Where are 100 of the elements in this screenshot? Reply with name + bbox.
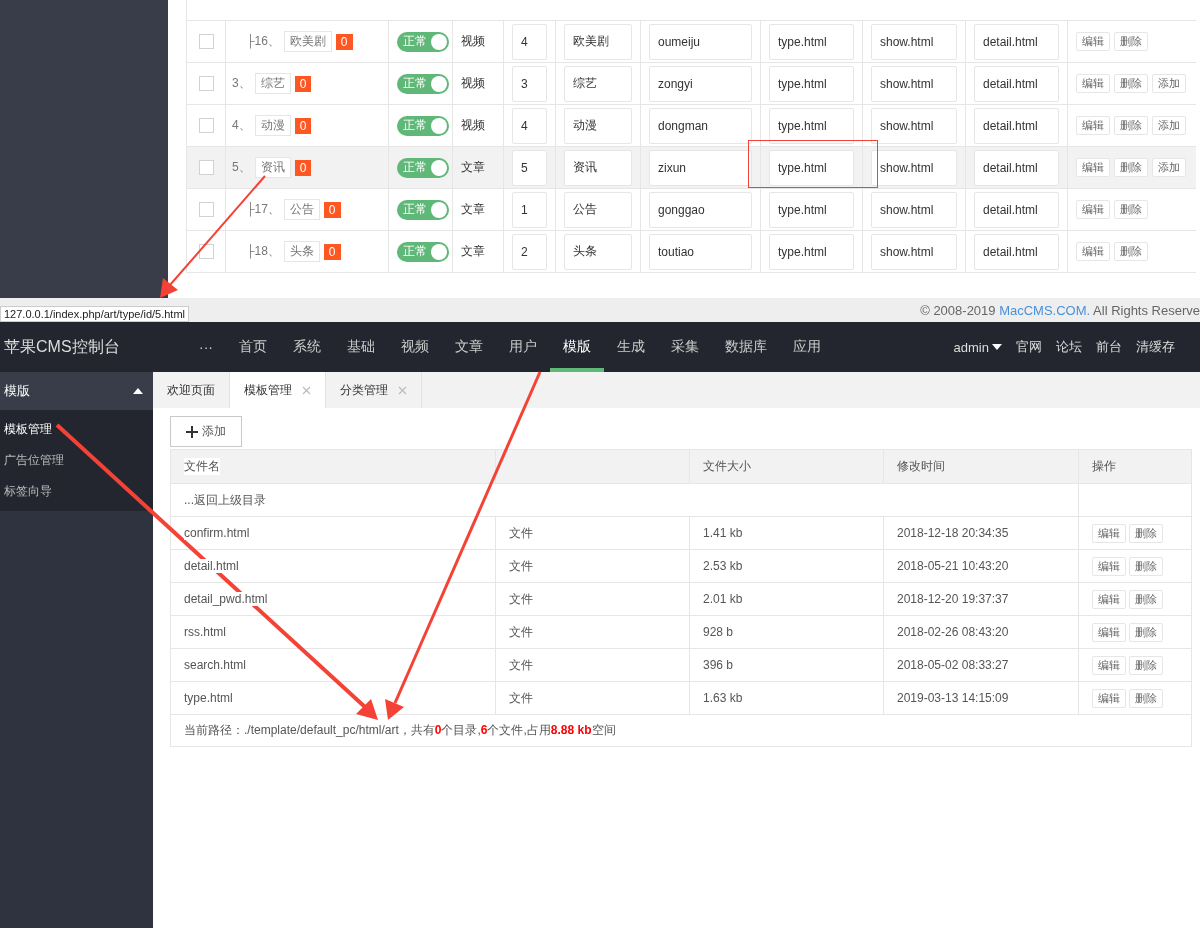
action-button[interactable]: 删除 xyxy=(1129,523,1163,543)
action-button[interactable]: 编辑 xyxy=(1076,116,1110,135)
show-template-field[interactable]: show.html xyxy=(871,233,957,270)
action-button[interactable]: 编辑 xyxy=(1092,655,1126,675)
row-checkbox[interactable] xyxy=(198,118,214,133)
english-name-field[interactable]: zongyi xyxy=(649,65,752,102)
english-name-field[interactable]: toutiao xyxy=(649,233,752,270)
nav-item[interactable]: 基础 xyxy=(334,322,388,372)
count-badge: 0 xyxy=(294,75,312,92)
header-link[interactable]: 前台 xyxy=(1089,338,1129,356)
action-button[interactable]: 添加 xyxy=(1152,116,1186,135)
english-name-field[interactable]: zixun xyxy=(649,149,752,186)
detail-template-field[interactable]: detail.html xyxy=(974,191,1059,228)
row-checkbox[interactable] xyxy=(198,202,214,217)
name-field[interactable]: 公告 xyxy=(564,191,632,228)
action-button[interactable]: 编辑 xyxy=(1092,523,1126,543)
header-link[interactable]: 清缓存 xyxy=(1129,338,1182,356)
action-button[interactable]: 删除 xyxy=(1114,74,1148,93)
action-button[interactable]: 编辑 xyxy=(1076,242,1110,261)
type-template-field[interactable]: type.html xyxy=(769,23,854,60)
sidebar-item[interactable]: 标签向导 xyxy=(0,476,153,507)
type-template-field[interactable]: type.html xyxy=(769,233,854,270)
sort-field[interactable]: 5 xyxy=(512,149,547,186)
action-button[interactable]: 编辑 xyxy=(1092,589,1126,609)
action-button[interactable]: 编辑 xyxy=(1076,200,1110,219)
category-name[interactable]: 资讯 xyxy=(254,157,291,178)
action-button[interactable]: 删除 xyxy=(1129,655,1163,675)
show-template-field[interactable]: show.html xyxy=(871,149,957,186)
nav-item[interactable]: 用户 xyxy=(496,322,550,372)
english-name-field[interactable]: oumeiju xyxy=(649,23,752,60)
detail-template-field[interactable]: detail.html xyxy=(974,233,1059,270)
action-button[interactable]: 删除 xyxy=(1129,688,1163,708)
header-link[interactable]: 官网 xyxy=(1009,338,1049,356)
add-button[interactable]: 添加 xyxy=(170,416,242,447)
show-template-field[interactable]: show.html xyxy=(871,191,957,228)
row-checkbox[interactable] xyxy=(198,34,214,49)
user-menu[interactable]: admin xyxy=(946,339,1009,355)
nav-item[interactable]: ··· xyxy=(186,322,226,372)
action-button[interactable]: 编辑 xyxy=(1092,622,1126,642)
name-field[interactable]: 头条 xyxy=(564,233,632,270)
detail-template-field[interactable]: detail.html xyxy=(974,23,1059,60)
action-button[interactable]: 添加 xyxy=(1152,74,1186,93)
nav-item[interactable]: 采集 xyxy=(658,322,712,372)
sort-field[interactable]: 2 xyxy=(512,233,547,270)
detail-template-field[interactable]: detail.html xyxy=(974,107,1059,144)
show-template-field[interactable]: show.html xyxy=(871,23,957,60)
action-button[interactable]: 删除 xyxy=(1129,589,1163,609)
show-template-field[interactable]: show.html xyxy=(871,107,957,144)
action-button[interactable]: 删除 xyxy=(1114,200,1148,219)
parent-directory-link[interactable]: ...返回上级目录 xyxy=(184,491,266,509)
type-template-field[interactable]: type.html xyxy=(769,65,854,102)
nav-item[interactable]: 文章 xyxy=(442,322,496,372)
action-button[interactable]: 编辑 xyxy=(1076,158,1110,177)
category-name[interactable]: 公告 xyxy=(283,199,320,220)
name-field[interactable]: 动漫 xyxy=(564,107,632,144)
action-button[interactable]: 删除 xyxy=(1129,622,1163,642)
detail-template-field[interactable]: detail.html xyxy=(974,149,1059,186)
nav-item[interactable]: 首页 xyxy=(226,322,280,372)
type-template-field[interactable]: type.html xyxy=(769,191,854,228)
nav-item[interactable]: 系统 xyxy=(280,322,334,372)
tab[interactable]: 分类管理 xyxy=(326,372,422,408)
action-button[interactable]: 添加 xyxy=(1152,158,1186,177)
sort-field[interactable]: 1 xyxy=(512,191,547,228)
action-button[interactable]: 删除 xyxy=(1114,116,1148,135)
english-name-field[interactable]: gonggao xyxy=(649,191,752,228)
action-button[interactable]: 删除 xyxy=(1114,32,1148,51)
sort-field[interactable]: 3 xyxy=(512,65,547,102)
action-button[interactable]: 删除 xyxy=(1129,556,1163,576)
row-checkbox[interactable] xyxy=(198,160,214,175)
action-button[interactable]: 编辑 xyxy=(1092,688,1126,708)
row-checkbox[interactable] xyxy=(198,76,214,91)
show-template-field[interactable]: show.html xyxy=(871,65,957,102)
name-field[interactable]: 综艺 xyxy=(564,65,632,102)
detail-template-field[interactable]: detail.html xyxy=(974,65,1059,102)
action-button[interactable]: 删除 xyxy=(1114,242,1148,261)
name-field[interactable]: 资讯 xyxy=(564,149,632,186)
name-field[interactable]: 欧美剧 xyxy=(564,23,632,60)
category-name[interactable]: 动漫 xyxy=(254,115,291,136)
path-summary: 当前路径：./template/default_pc/html/art，共有0个目录,6个文件,占用8.88 kb空间 xyxy=(184,722,616,739)
action-button[interactable]: 删除 xyxy=(1114,158,1148,177)
english-name-field[interactable]: dongman xyxy=(649,107,752,144)
sidebar-item[interactable]: 模板管理 xyxy=(0,414,153,445)
nav-item[interactable]: 应用 xyxy=(780,322,834,372)
sort-field[interactable]: 4 xyxy=(512,107,547,144)
action-button[interactable]: 编辑 xyxy=(1076,74,1110,93)
nav-item[interactable]: 视频 xyxy=(388,322,442,372)
type-template-field[interactable]: type.html xyxy=(769,107,854,144)
header-link[interactable]: 论坛 xyxy=(1049,338,1089,356)
sidebar-item[interactable]: 广告位管理 xyxy=(0,445,153,476)
sidebar-group[interactable]: 模版 xyxy=(0,372,153,410)
type-template-field[interactable]: type.html xyxy=(769,149,854,186)
action-button[interactable]: 编辑 xyxy=(1076,32,1110,51)
sort-field[interactable]: 4 xyxy=(512,23,547,60)
tab[interactable]: 模板管理 xyxy=(230,372,326,408)
category-name[interactable]: 综艺 xyxy=(254,73,291,94)
nav-item[interactable]: 生成 xyxy=(604,322,658,372)
category-name[interactable]: 头条 xyxy=(283,241,320,262)
action-button[interactable]: 编辑 xyxy=(1092,556,1126,576)
category-name[interactable]: 欧美剧 xyxy=(283,31,332,52)
nav-item[interactable]: 数据库 xyxy=(712,322,780,372)
